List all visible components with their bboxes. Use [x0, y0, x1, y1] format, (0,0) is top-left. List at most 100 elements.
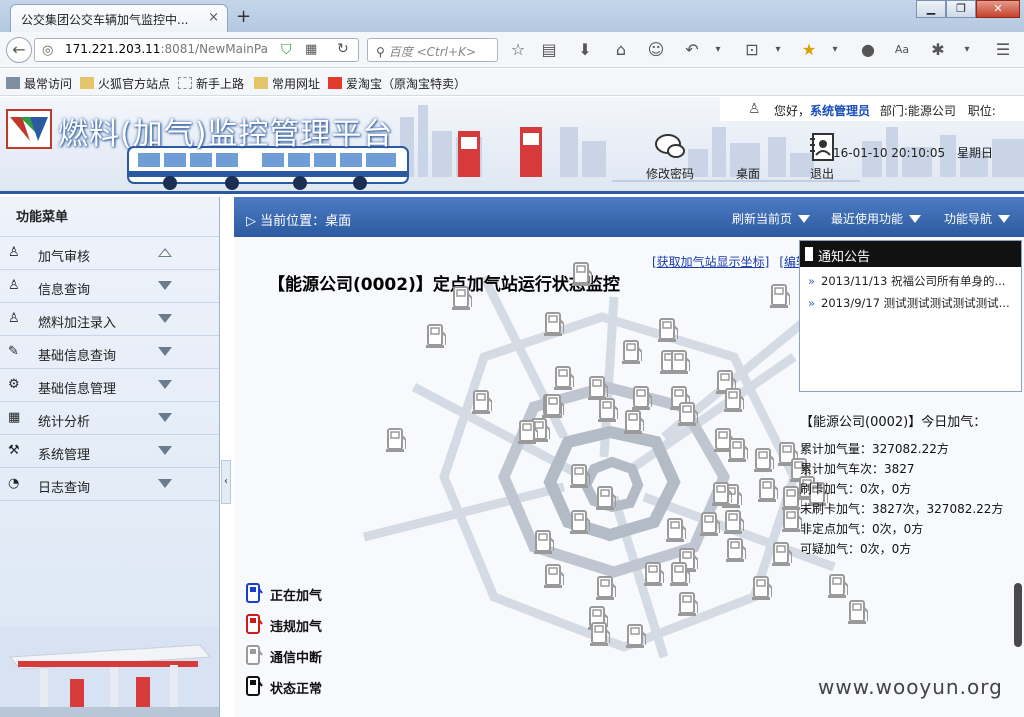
gas-station-marker[interactable] [724, 509, 744, 535]
gas-station-marker[interactable] [570, 463, 590, 489]
chevron-down-icon[interactable] [158, 281, 172, 290]
recent-functions-button[interactable]: 最近使用功能 [831, 210, 922, 227]
desktop-button[interactable]: 桌面 [718, 133, 778, 182]
gas-station-marker[interactable] [712, 481, 732, 507]
gas-station-marker[interactable] [728, 437, 748, 463]
shield-icon[interactable]: ⛉ [281, 42, 292, 58]
gas-station-marker[interactable] [596, 485, 616, 511]
font-icon[interactable]: Aa [891, 39, 913, 61]
gas-station-marker[interactable] [670, 561, 690, 587]
gas-station-marker[interactable] [678, 591, 698, 617]
gas-station-marker[interactable] [644, 561, 664, 587]
menu-icon[interactable]: ☰ [992, 39, 1014, 61]
minimize-button[interactable]: ▁ [916, 0, 946, 18]
sidebar-item-statistics[interactable]: ▦ 统计分析 [0, 402, 219, 435]
gas-station-marker[interactable] [754, 447, 774, 473]
extension-icon[interactable]: ✱ [927, 39, 949, 61]
chat-icon[interactable]: ● [857, 39, 879, 61]
notice-item[interactable]: 2013/11/13 祝福公司所有单身的... [800, 267, 1021, 289]
gas-station-marker[interactable] [678, 401, 698, 427]
gas-station-marker[interactable] [752, 575, 772, 601]
tab-close-icon[interactable]: × [208, 10, 219, 25]
gas-station-marker[interactable] [758, 477, 778, 503]
address-bar[interactable]: ◎ 171.221.203.11:8081/NewMainPa ⛉ ▦ ↻ [34, 38, 359, 62]
chevron-down-icon[interactable] [158, 380, 172, 389]
get-coordinates-link[interactable]: [获取加气站显示坐标] [652, 255, 769, 269]
gas-station-marker[interactable] [726, 537, 746, 563]
gas-station-marker[interactable] [772, 541, 792, 567]
scrollbar-thumb[interactable] [1014, 583, 1022, 647]
gas-station-marker[interactable] [452, 285, 472, 311]
emoji-icon[interactable]: ☺ [645, 39, 667, 61]
user-name[interactable]: 系统管理员 [810, 104, 870, 118]
sidebar-item-log-query[interactable]: ◔ 日志查询 [0, 468, 219, 501]
close-window-button[interactable]: ✕ [976, 0, 1020, 18]
maximize-button[interactable]: ❐ [946, 0, 976, 18]
bookmark-item[interactable]: 爱淘宝（原淘宝特卖） [328, 75, 466, 92]
gas-station-marker[interactable] [632, 385, 652, 411]
back-button[interactable]: ← [6, 37, 32, 63]
gas-station-marker[interactable] [544, 563, 564, 589]
bookmark-item[interactable]: 常用网址 [254, 75, 320, 92]
chevron-up-icon[interactable] [158, 248, 172, 257]
gas-station-marker[interactable] [666, 517, 686, 543]
refresh-page-button[interactable]: 刷新当前页 [732, 210, 811, 227]
sidebar-item-gas-audit[interactable]: ♙ 加气审核 [0, 237, 219, 270]
gas-station-marker[interactable] [848, 599, 868, 625]
gas-station-marker[interactable] [544, 393, 564, 419]
sidebar-item-basic-info-manage[interactable]: ⚙ 基础信息管理 [0, 369, 219, 402]
gas-station-marker[interactable] [590, 621, 610, 647]
new-tab-button[interactable]: + [236, 6, 251, 27]
dropdown-icon[interactable]: ▾ [767, 39, 789, 61]
gas-station-marker[interactable] [622, 339, 642, 365]
gas-station-marker[interactable] [534, 529, 554, 555]
chevron-down-icon[interactable] [158, 314, 172, 323]
sidebar-item-system-manage[interactable]: ⚒ 系统管理 [0, 435, 219, 468]
chevron-down-icon[interactable] [158, 446, 172, 455]
chevron-down-icon[interactable] [158, 347, 172, 356]
gas-station-marker[interactable] [596, 575, 616, 601]
gas-station-marker[interactable] [544, 311, 564, 337]
gas-station-marker[interactable] [572, 261, 592, 287]
search-box[interactable]: ⚲ 百度 <Ctrl+K> [367, 38, 498, 62]
crop-icon[interactable]: ⊡ [741, 39, 763, 61]
dropdown-icon[interactable]: ▾ [707, 39, 729, 61]
dropdown-icon[interactable]: ▾ [824, 39, 846, 61]
bookmark-item[interactable]: 最常访问 [6, 75, 72, 92]
gas-station-marker[interactable] [626, 623, 646, 649]
sidebar-item-fuel-entry[interactable]: ♙ 燃料加注录入 [0, 303, 219, 336]
undo-icon[interactable]: ↶ [681, 39, 703, 61]
favorite-icon[interactable]: ★ [798, 39, 820, 61]
gas-station-marker[interactable] [386, 427, 406, 453]
browser-tab[interactable]: 公交集团公交车辆加气监控中... × [10, 4, 228, 32]
bookmark-item[interactable]: 火狐官方站点 [80, 75, 170, 92]
bookmark-item[interactable]: 新手上路 [178, 75, 244, 92]
reload-icon[interactable]: ↻ [337, 41, 349, 57]
gas-station-marker[interactable] [598, 397, 618, 423]
dropdown-icon[interactable]: ▾ [956, 39, 978, 61]
sidebar-item-basic-info-query[interactable]: ✎ 基础信息查询 [0, 336, 219, 369]
gas-station-marker[interactable] [426, 323, 446, 349]
home-icon[interactable]: ⌂ [610, 39, 632, 61]
gas-station-marker[interactable] [518, 419, 538, 445]
sidebar-item-info-query[interactable]: ♙ 信息查询 [0, 270, 219, 303]
gas-station-marker[interactable] [770, 283, 790, 309]
gas-station-marker[interactable] [782, 507, 802, 533]
gas-station-marker[interactable] [724, 387, 744, 413]
download-icon[interactable]: ⬇ [574, 39, 596, 61]
chevron-down-icon[interactable] [158, 479, 172, 488]
reading-list-icon[interactable]: ▤ [538, 39, 560, 61]
gas-station-marker[interactable] [700, 511, 720, 537]
gas-station-marker[interactable] [624, 409, 644, 435]
gas-station-marker[interactable] [670, 349, 690, 375]
chevron-down-icon[interactable] [158, 413, 172, 422]
gas-station-marker[interactable] [554, 365, 574, 391]
function-nav-button[interactable]: 功能导航 [944, 210, 1011, 227]
change-password-button[interactable]: 修改密码 [640, 133, 700, 182]
bookmark-star-icon[interactable]: ☆ [507, 39, 529, 61]
gas-station-marker[interactable] [658, 317, 678, 343]
gas-station-marker[interactable] [828, 573, 848, 599]
gas-station-marker[interactable] [570, 509, 590, 535]
gas-station-marker[interactable] [472, 389, 492, 415]
sidebar-collapse-handle[interactable]: ‹ [221, 460, 231, 504]
